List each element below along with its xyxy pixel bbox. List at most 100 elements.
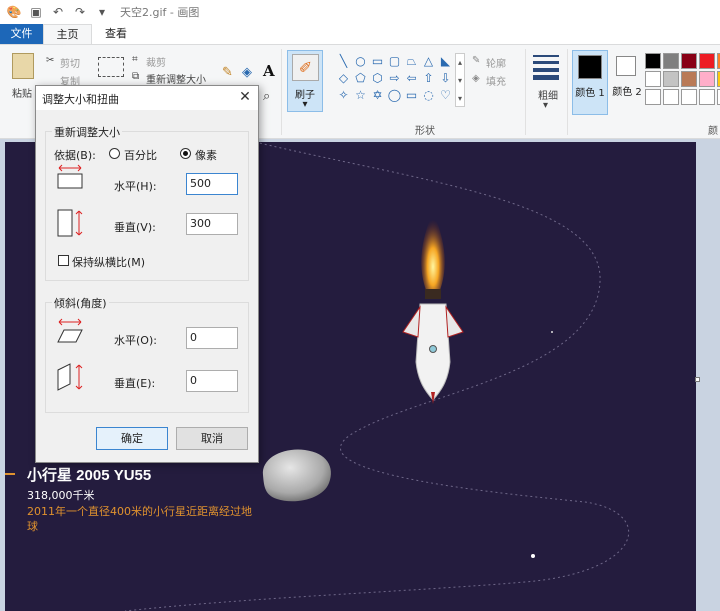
outline-button[interactable]: 轮廓	[486, 55, 506, 70]
palette-swatch[interactable]	[681, 89, 697, 105]
tab-home[interactable]: 主页	[43, 24, 92, 44]
shape-icon[interactable]: ○	[352, 53, 369, 70]
crop-button[interactable]: 裁剪	[146, 54, 166, 69]
color1-swatch	[578, 55, 602, 79]
by-label: 依据(B):	[54, 149, 96, 162]
palette-swatch[interactable]	[699, 89, 715, 105]
skew-horizontal-input[interactable]: 0	[186, 327, 238, 349]
horizontal-resize-icon	[57, 164, 83, 189]
keep-ratio-checkbox[interactable]	[58, 255, 69, 266]
horizontal-input[interactable]: 500	[186, 173, 238, 195]
title-marker	[5, 473, 15, 475]
paste-icon[interactable]	[12, 53, 34, 79]
cancel-button[interactable]: 取消	[176, 427, 248, 450]
palette-swatch[interactable]	[699, 71, 715, 87]
percent-label[interactable]: 百分比	[124, 147, 157, 163]
percent-radio[interactable]	[109, 148, 120, 159]
customize-toolbar-icon[interactable]: ▾	[94, 4, 110, 20]
asteroid-image	[262, 449, 331, 502]
shape-icon[interactable]: ◯	[386, 87, 403, 104]
palette-swatch[interactable]	[645, 89, 661, 105]
skew-vertical-label: 垂直(E):	[114, 377, 156, 390]
resize-button[interactable]: 重新调整大小	[146, 71, 206, 86]
star-dot	[551, 331, 553, 333]
outline-icon[interactable]: ✎	[472, 55, 480, 66]
palette-swatch[interactable]	[645, 71, 661, 87]
shape-icon[interactable]: ▢	[386, 53, 403, 70]
shapes-scroll[interactable]: ▴ ▾ ▾	[455, 53, 465, 107]
resize-skew-dialog: 调整大小和扭曲 ✕ 重新调整大小 依据(B): 百分比 像素 水平(H): 50…	[35, 85, 259, 463]
shape-icon[interactable]: ⇩	[437, 70, 454, 87]
palette-swatch[interactable]	[663, 89, 679, 105]
shape-icon[interactable]: ✡	[369, 87, 386, 104]
shapes-group-label: 形状	[415, 126, 435, 137]
tab-file[interactable]: 文件	[0, 24, 43, 44]
pencil-icon[interactable]: ✎	[222, 65, 233, 80]
palette-swatch[interactable]	[681, 71, 697, 87]
fill-button[interactable]: 填充	[486, 73, 506, 88]
resize-icon[interactable]: ⧉	[132, 71, 139, 82]
shape-icon[interactable]: ⇧	[420, 70, 437, 87]
vertical-label: 垂直(V):	[114, 221, 156, 234]
tab-view[interactable]: 查看	[92, 24, 140, 44]
vertical-input[interactable]: 300	[186, 213, 238, 235]
palette-swatch[interactable]	[699, 53, 715, 69]
shape-icon[interactable]: ▭	[369, 53, 386, 70]
skew-vertical-input[interactable]: 0	[186, 370, 238, 392]
canvas-resize-handle[interactable]	[695, 377, 700, 382]
pixels-radio[interactable]	[180, 148, 191, 159]
cut-icon[interactable]: ✂	[46, 55, 54, 66]
paste-button[interactable]: 粘贴	[12, 85, 32, 100]
shape-icon[interactable]: ⏢	[403, 53, 420, 70]
shape-icon[interactable]: ╲	[335, 53, 352, 70]
close-icon[interactable]: ✕	[236, 88, 254, 106]
shape-icon[interactable]: ♡	[437, 87, 454, 104]
text-tool-icon[interactable]: A	[263, 62, 275, 80]
color2-button[interactable]: 颜色 2	[612, 50, 642, 115]
color2-label: 颜色 2	[612, 87, 642, 98]
shape-icon[interactable]: ▭	[403, 87, 420, 104]
shape-icon[interactable]: ◇	[335, 70, 352, 87]
magnifier-icon[interactable]: ⌕	[263, 89, 270, 104]
colors-group-label: 颜	[708, 126, 718, 137]
color1-button[interactable]: 颜色 1	[572, 50, 608, 115]
dialog-title: 调整大小和扭曲	[42, 93, 119, 106]
shape-icon[interactable]: ◣	[437, 53, 454, 70]
asteroid-description: 2011年一个直径400米的小行星近距离经过地球	[27, 505, 252, 533]
brush-icon: ✐	[292, 54, 319, 81]
select-icon[interactable]	[98, 57, 124, 77]
cut-button[interactable]: 剪切	[60, 55, 80, 70]
fill-icon[interactable]: ◈	[472, 73, 480, 84]
shape-icon[interactable]: ⇨	[386, 70, 403, 87]
shapes-gallery[interactable]: ╲ ○ ▭ ▢ ⏢ △ ◣ ◇ ⬠ ⬡ ⇨ ⇦ ⇧ ⇩ ✧ ☆ ✡ ◯ ▭ ◌ ♡	[335, 53, 463, 105]
color-palette[interactable]	[645, 53, 720, 107]
line-size-icon[interactable]	[533, 55, 559, 80]
shape-icon[interactable]: ⬡	[369, 70, 386, 87]
horizontal-label: 水平(H):	[114, 180, 157, 193]
crop-icon[interactable]: ⌗	[132, 54, 138, 65]
brushes-button[interactable]: ✐ 刷子 ▾	[287, 50, 323, 112]
pixels-label[interactable]: 像素	[195, 147, 217, 163]
shape-icon[interactable]: ☆	[352, 87, 369, 104]
shape-icon[interactable]: ✧	[335, 87, 352, 104]
shape-icon[interactable]: ◌	[420, 87, 437, 104]
asteroid-distance: 318,000千米	[27, 489, 95, 502]
fill-bucket-icon[interactable]: ◈	[242, 65, 252, 80]
shape-icon[interactable]: △	[420, 53, 437, 70]
rocket-image	[402, 212, 464, 404]
dialog-title-bar: 调整大小和扭曲 ✕	[36, 86, 258, 110]
palette-swatch[interactable]	[663, 71, 679, 87]
chevron-down-icon: ▾	[302, 99, 308, 110]
shape-icon[interactable]: ⬠	[352, 70, 369, 87]
palette-swatch[interactable]	[681, 53, 697, 69]
ribbon-tabs: 文件 主页 查看	[0, 24, 720, 44]
ok-button[interactable]: 确定	[96, 427, 168, 450]
vertical-skew-icon	[57, 363, 83, 391]
shape-icon[interactable]: ⇦	[403, 70, 420, 87]
keep-ratio-label[interactable]: 保持纵横比(M)	[72, 254, 145, 270]
palette-swatch[interactable]	[663, 53, 679, 69]
palette-swatch[interactable]	[645, 53, 661, 69]
save-icon[interactable]: ▣	[28, 4, 44, 20]
redo-icon[interactable]: ↷	[72, 4, 88, 20]
undo-icon[interactable]: ↶	[50, 4, 66, 20]
